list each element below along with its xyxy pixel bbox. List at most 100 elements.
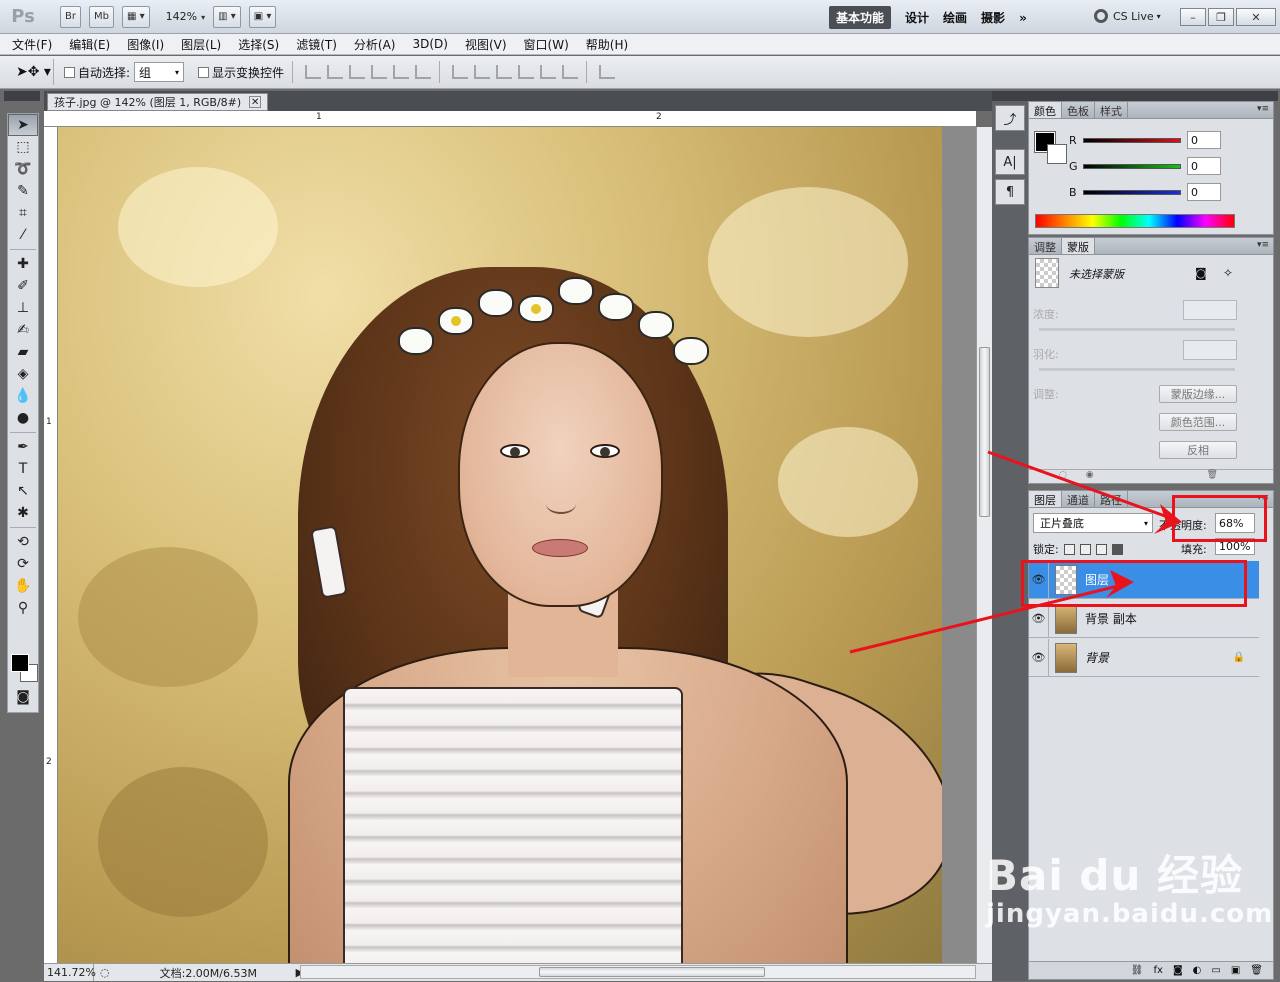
restore-button[interactable]: ❐ [1208, 8, 1234, 26]
3d-orbit-tool-icon[interactable]: ⟳ [8, 553, 38, 575]
quick-selection-tool-icon[interactable]: ✎ [8, 180, 38, 202]
tab-paths[interactable]: 路径 [1095, 491, 1128, 507]
mask-edge-button[interactable]: 蒙版边缘... [1159, 385, 1237, 403]
lasso-tool-icon[interactable]: ➰ [8, 158, 38, 180]
blur-tool-icon[interactable]: 💧 [8, 385, 38, 407]
zoom-tool-icon[interactable]: ⚲ [8, 597, 38, 619]
menu-layer[interactable]: 图层(L) [181, 36, 221, 53]
mini-bridge-button[interactable]: Mb [88, 5, 114, 28]
tab-masks[interactable]: 蒙版 [1062, 238, 1095, 254]
distribute-hcenter-icon[interactable] [540, 65, 557, 79]
cs-live-button[interactable]: CS Live ▾ [1094, 9, 1161, 23]
pixel-mask-icon[interactable]: ◙ [1195, 266, 1207, 280]
minimize-button[interactable]: – [1180, 8, 1206, 26]
menu-3d[interactable]: 3D(D) [412, 37, 447, 51]
menu-edit[interactable]: 编辑(E) [69, 36, 110, 53]
distribute-vcenter-icon[interactable] [474, 65, 491, 79]
vertical-scrollbar[interactable] [976, 127, 992, 963]
auto-select-box[interactable] [64, 66, 75, 78]
eyedropper-tool-icon[interactable]: ⁄ [8, 224, 38, 246]
lock-position-icon[interactable] [1095, 543, 1107, 555]
feather-slider[interactable] [1039, 368, 1235, 371]
align-bottom-icon[interactable] [349, 65, 366, 79]
tab-swatches[interactable]: 色板 [1062, 102, 1095, 118]
canvas-area[interactable] [58, 127, 976, 963]
vector-mask-icon[interactable]: ✧ [1223, 266, 1233, 280]
workspace-photography[interactable]: 摄影 [981, 9, 1005, 26]
tab-color[interactable]: 颜色 [1029, 102, 1062, 118]
panel-menu-icon[interactable]: ▾≡ [1257, 104, 1269, 114]
lock-all-icon[interactable] [1111, 543, 1123, 555]
show-transform-controls-checkbox[interactable]: 显示变换控件 [198, 64, 284, 81]
hand-tool-icon[interactable]: ✋ [8, 575, 38, 597]
menu-filter[interactable]: 滤镜(T) [296, 36, 337, 53]
menu-view[interactable]: 视图(V) [465, 36, 507, 53]
density-slider[interactable] [1039, 328, 1235, 331]
close-button[interactable]: ✕ [1236, 8, 1276, 26]
tab-channels[interactable]: 通道 [1062, 491, 1095, 507]
color-spectrum-bar[interactable] [1035, 214, 1235, 228]
brush-tool-icon[interactable]: ✐ [8, 275, 38, 297]
menu-window[interactable]: 窗口(W) [524, 36, 569, 53]
menu-image[interactable]: 图像(I) [127, 36, 164, 53]
blend-mode-dropdown[interactable]: 正片叠底 ▾ [1033, 513, 1153, 533]
align-vcenter-icon[interactable] [327, 65, 344, 79]
eraser-tool-icon[interactable]: ▰ [8, 341, 38, 363]
panel-dock-header[interactable] [1028, 91, 1278, 101]
arrange-documents-button[interactable]: ▥ ▾ [213, 5, 241, 28]
blue-value-input[interactable]: 0 [1187, 183, 1221, 201]
menu-select[interactable]: 选择(S) [238, 36, 279, 53]
green-value-input[interactable]: 0 [1187, 157, 1221, 175]
document-tab[interactable]: 孩子.jpg @ 142% (图层 1, RGB/8#) ✕ [47, 93, 269, 111]
apply-mask-icon[interactable]: ◉ [1086, 470, 1094, 480]
close-document-icon[interactable]: ✕ [249, 96, 262, 108]
panel-menu-icon[interactable]: ▾≡ [1257, 240, 1269, 250]
foreground-color-swatch[interactable] [11, 654, 29, 672]
clone-stamp-tool-icon[interactable]: ⊥ [8, 297, 38, 319]
red-value-input[interactable]: 0 [1187, 131, 1221, 149]
lock-transparent-icon[interactable] [1063, 543, 1075, 555]
auto-align-layers-icon[interactable] [599, 65, 616, 79]
status-zoom-field[interactable]: 141.72% [44, 964, 96, 981]
layer-row-background[interactable]: 👁 背景 🔒 [1029, 639, 1259, 677]
character-panel-icon[interactable]: A| [995, 149, 1025, 175]
zoom-level[interactable]: 142% ▾ [166, 10, 205, 23]
status-info-icon[interactable]: ◌ [100, 966, 110, 979]
distribute-left-icon[interactable] [518, 65, 535, 79]
new-group-icon[interactable]: ▭ [1211, 965, 1220, 976]
workspace-essentials[interactable]: 基本功能 [829, 6, 892, 29]
tools-panel-header[interactable] [4, 91, 40, 101]
align-hcenter-icon[interactable] [393, 65, 410, 79]
workspace-painting[interactable]: 绘画 [943, 9, 967, 26]
paragraph-panel-icon[interactable]: ¶ [995, 179, 1025, 205]
distribute-bottom-icon[interactable] [496, 65, 513, 79]
workspace-design[interactable]: 设计 [905, 9, 929, 26]
horizontal-ruler[interactable]: 1 2 [56, 111, 976, 127]
green-slider[interactable] [1083, 163, 1181, 169]
new-layer-icon[interactable]: ▣ [1231, 965, 1240, 976]
auto-select-checkbox[interactable]: 自动选择: [64, 64, 130, 81]
history-panel-icon[interactable]: ⤴ [995, 105, 1025, 131]
distribute-right-icon[interactable] [562, 65, 579, 79]
lock-image-icon[interactable] [1079, 543, 1091, 555]
shape-tool-icon[interactable]: ✱ [8, 502, 38, 524]
tab-styles[interactable]: 样式 [1095, 102, 1128, 118]
layer-style-icon[interactable]: fx [1154, 965, 1163, 976]
crop-tool-icon[interactable]: ⌗ [8, 202, 38, 224]
dodge-tool-icon[interactable]: ● [8, 407, 38, 429]
color-range-button[interactable]: 颜色范围... [1159, 413, 1237, 431]
pen-tool-icon[interactable]: ✒ [8, 436, 38, 458]
invert-button[interactable]: 反相 [1159, 441, 1237, 459]
distribute-top-icon[interactable] [452, 65, 469, 79]
tab-layers[interactable]: 图层 [1029, 491, 1062, 507]
quick-mask-icon[interactable]: ◙ [8, 686, 38, 708]
visibility-eye-icon[interactable]: 👁 [1029, 639, 1049, 676]
delete-layer-icon[interactable]: 🗑 [1250, 965, 1263, 976]
tool-preset-picker[interactable]: ➤✥ ▾ [14, 59, 54, 85]
density-input[interactable] [1183, 300, 1237, 320]
move-tool-icon[interactable]: ➤ [8, 114, 38, 136]
adjustment-layer-icon[interactable]: ◐ [1193, 965, 1202, 976]
marquee-tool-icon[interactable]: ⬚ [8, 136, 38, 158]
color-bg-swatch[interactable] [1047, 144, 1067, 164]
menu-analysis[interactable]: 分析(A) [354, 36, 396, 53]
